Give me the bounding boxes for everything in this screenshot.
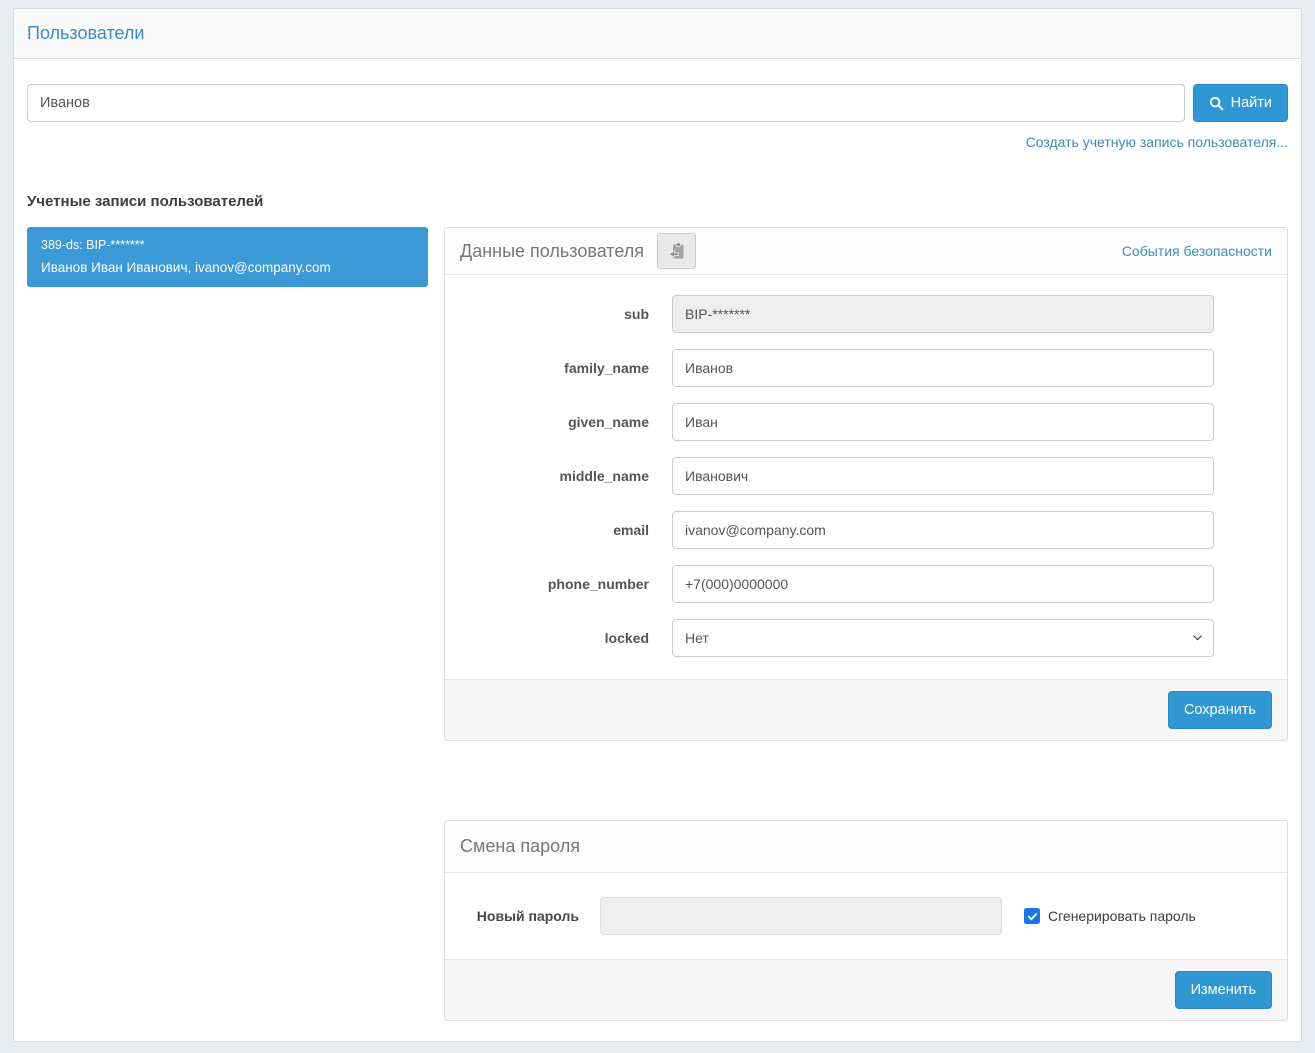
user-data-form: sub family_name given_name middl xyxy=(445,275,1287,679)
create-account-link[interactable]: Создать учетную запись пользователя... xyxy=(1026,134,1288,150)
user-data-panel: Данные пользователя События xyxy=(444,227,1288,741)
account-list-item-selected[interactable]: 389-ds: BIP-******* Иванов Иван Иванович… xyxy=(27,227,428,287)
given-name-input[interactable] xyxy=(672,403,1214,441)
users-page-panel: Пользователи Найти Создать учетную запис… xyxy=(13,8,1302,1042)
password-panel: Смена пароля Новый пароль Сгенерировать … xyxy=(444,820,1288,1021)
search-icon xyxy=(1209,96,1224,111)
account-item-id: 389-ds: BIP-******* xyxy=(41,238,414,252)
email-input[interactable] xyxy=(672,511,1214,549)
phone-number-input[interactable] xyxy=(672,565,1214,603)
generate-password-checkbox[interactable] xyxy=(1024,908,1040,924)
field-label-middle-name: middle_name xyxy=(445,468,672,484)
search-bar: Найти xyxy=(27,84,1288,122)
form-row-middle-name: middle_name xyxy=(445,457,1287,495)
family-name-input[interactable] xyxy=(672,349,1214,387)
form-row-phone-number: phone_number xyxy=(445,565,1287,603)
search-button-label: Найти xyxy=(1231,95,1272,111)
search-input[interactable] xyxy=(27,84,1185,122)
save-button[interactable]: Сохранить xyxy=(1168,691,1272,729)
security-events-link[interactable]: События безопасности xyxy=(1122,243,1272,259)
copy-user-button[interactable] xyxy=(657,233,696,269)
details-column: Данные пользователя События xyxy=(444,227,1288,1021)
accounts-list: 389-ds: BIP-******* Иванов Иван Иванович… xyxy=(27,227,428,287)
password-panel-footer: Изменить xyxy=(445,959,1287,1020)
form-row-given-name: given_name xyxy=(445,403,1287,441)
field-label-email: email xyxy=(445,522,672,538)
user-data-panel-footer: Сохранить xyxy=(445,679,1287,740)
locked-select[interactable]: Нет xyxy=(672,619,1214,657)
field-label-given-name: given_name xyxy=(445,414,672,430)
generate-password-label: Сгенерировать пароль xyxy=(1048,908,1196,924)
content-columns: 389-ds: BIP-******* Иванов Иван Иванович… xyxy=(27,227,1288,1021)
password-panel-heading: Смена пароля xyxy=(445,821,1287,873)
form-row-sub: sub xyxy=(445,295,1287,333)
page-title: Пользователи xyxy=(14,9,1301,59)
new-password-input xyxy=(600,897,1002,935)
create-account-row: Создать учетную запись пользователя... xyxy=(27,134,1288,150)
field-label-sub: sub xyxy=(445,306,672,322)
password-form: Новый пароль Сгенерировать пароль xyxy=(445,873,1287,959)
accounts-list-heading: Учетные записи пользователей xyxy=(27,193,1288,210)
user-data-panel-heading: Данные пользователя События xyxy=(445,228,1287,275)
generate-password-checkbox-group[interactable]: Сгенерировать пароль xyxy=(1024,908,1196,924)
form-row-locked: locked Нет xyxy=(445,619,1287,657)
field-label-phone-number: phone_number xyxy=(445,576,672,592)
field-label-locked: locked xyxy=(445,630,672,646)
page-body: Найти Создать учетную запись пользовател… xyxy=(14,59,1301,1041)
new-password-label: Новый пароль xyxy=(445,908,579,924)
user-data-panel-title: Данные пользователя xyxy=(460,241,644,262)
field-label-family-name: family_name xyxy=(445,360,672,376)
locked-select-wrap: Нет xyxy=(672,619,1214,657)
form-row-family-name: family_name xyxy=(445,349,1287,387)
form-row-email: email xyxy=(445,511,1287,549)
account-item-fullname: Иванов Иван Иванович, ivanov@company.com xyxy=(41,260,414,275)
search-button[interactable]: Найти xyxy=(1193,84,1288,122)
checkmark-icon xyxy=(1027,911,1038,922)
middle-name-input[interactable] xyxy=(672,457,1214,495)
clipboard-icon xyxy=(669,242,685,260)
sub-input xyxy=(672,295,1214,333)
password-panel-title: Смена пароля xyxy=(460,836,580,857)
change-password-button[interactable]: Изменить xyxy=(1175,971,1272,1009)
